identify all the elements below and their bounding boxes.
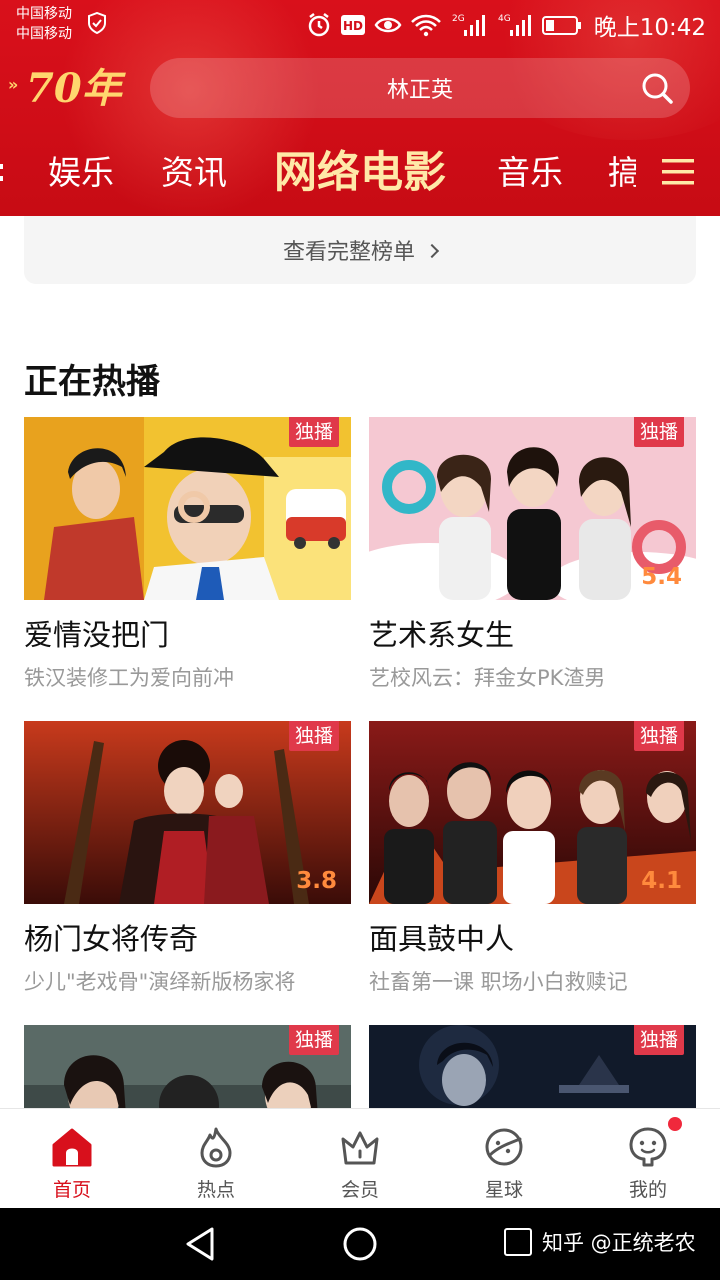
- carrier-line-2: 中国移动: [16, 26, 72, 42]
- anniversary-logo: » 70年: [8, 65, 127, 112]
- section-title: 正在热播: [24, 362, 160, 402]
- card-subtitle: 铁汉装修工为爱向前冲: [24, 666, 234, 690]
- category-tabs: 娱乐 资讯 网络电影 音乐 搞: [0, 138, 720, 208]
- search-icon[interactable]: [640, 71, 674, 105]
- poster-image[interactable]: 独播: [24, 1025, 351, 1108]
- tab-news[interactable]: 资讯: [161, 138, 227, 208]
- nav-profile[interactable]: 我的: [576, 1109, 720, 1209]
- watermark-text: 知乎 @正统老农: [542, 1231, 696, 1255]
- nav-home[interactable]: 首页: [0, 1109, 144, 1209]
- card-title: 艺术系女生: [369, 618, 515, 652]
- planet-icon: [485, 1128, 523, 1166]
- poster-image[interactable]: 独播: [24, 417, 351, 600]
- card-subtitle: 艺校风云：拜金女PK渣男: [369, 666, 606, 690]
- view-full-list-label: 查看完整榜单: [282, 240, 415, 265]
- exclusive-badge: 独播: [288, 721, 339, 751]
- svg-text:HD: HD: [343, 19, 363, 33]
- tab-scroll-hint-icon: [0, 164, 3, 181]
- bottom-nav: 首页 热点 会员 星球 我的: [0, 1108, 720, 1208]
- menu-icon[interactable]: [660, 154, 696, 190]
- nav-label-profile: 我的: [628, 1179, 667, 1201]
- tab-web-movies[interactable]: 网络电影: [274, 138, 446, 208]
- carrier-line-1: 中国移动: [16, 6, 72, 22]
- svg-text:»: »: [8, 75, 18, 94]
- home-icon: [52, 1128, 92, 1167]
- recents-square-icon[interactable]: [504, 1228, 532, 1256]
- shield-icon: [88, 12, 106, 34]
- rating-score: 5.4: [641, 564, 682, 590]
- movie-card[interactable]: 独播 爱情没把门 铁汉装修工为爱向前冲: [24, 417, 351, 692]
- eye-icon: [374, 17, 402, 33]
- signal-icon-2: 4G: [498, 14, 531, 36]
- content-scroll[interactable]: 查看完整榜单 正在热播 独播 爱情没把门 铁汉装修工为爱向前冲 独播 5.4 艺…: [0, 216, 720, 1108]
- signal-icon: 2G: [452, 14, 485, 36]
- nav-vip[interactable]: 会员: [288, 1109, 432, 1209]
- search-text: 林正英: [386, 78, 453, 103]
- watermark: 知乎 @正统老农: [504, 1227, 696, 1257]
- crown-icon: [341, 1131, 379, 1165]
- tab-comedy[interactable]: 搞: [608, 138, 636, 208]
- alarm-icon: [308, 13, 329, 37]
- card-subtitle: 少儿"老戏骨"演绎新版杨家将: [24, 970, 296, 994]
- movie-card[interactable]: 独播: [369, 1025, 696, 1108]
- rating-score: 3.8: [296, 868, 337, 894]
- movie-card[interactable]: 独播 4.1 面具鼓中人 社畜第一课 职场小白救赎记: [369, 721, 696, 996]
- chevron-right-icon: [424, 243, 440, 259]
- nav-label-vip: 会员: [340, 1179, 379, 1201]
- app-screen: 中国移动 中国移动 HD 2G 4G 晚上10:42 » 70年 林正英 娱乐 …: [0, 0, 720, 1280]
- movie-card[interactable]: 独播: [24, 1025, 351, 1108]
- view-full-list-button[interactable]: 查看完整榜单: [24, 216, 696, 284]
- nav-label-home: 首页: [52, 1179, 91, 1201]
- movie-card[interactable]: 独播 5.4 艺术系女生 艺校风云：拜金女PK渣男: [369, 417, 696, 692]
- exclusive-badge: 独播: [633, 721, 684, 751]
- exclusive-badge: 独播: [288, 417, 339, 447]
- status-bar: 中国移动 中国移动 HD 2G 4G 晚上10:42: [0, 0, 720, 52]
- logo-text: 70年: [26, 65, 127, 112]
- network-4g-label: 4G: [498, 14, 511, 24]
- battery-icon: [541, 16, 581, 35]
- poster-image[interactable]: 独播 3.8: [24, 721, 351, 904]
- card-title: 杨门女将传奇: [24, 922, 199, 956]
- nav-label-planet: 星球: [484, 1179, 523, 1201]
- poster-image[interactable]: 独播: [369, 1025, 696, 1108]
- movie-card[interactable]: 独播 3.8 杨门女将传奇 少儿"老戏骨"演绎新版杨家将: [24, 721, 351, 996]
- wifi-icon: [410, 14, 441, 37]
- home-circle-icon[interactable]: [342, 1226, 378, 1262]
- poster-image[interactable]: 独播 4.1: [369, 721, 696, 904]
- carrier-info: 中国移动 中国移动: [16, 4, 72, 44]
- header: 中国移动 中国移动 HD 2G 4G 晚上10:42 » 70年 林正英 娱乐 …: [0, 0, 720, 216]
- poster-image[interactable]: 独播 5.4: [369, 417, 696, 600]
- card-title: 面具鼓中人: [369, 922, 515, 956]
- card-title: 爱情没把门: [24, 618, 170, 652]
- tab-entertainment[interactable]: 娱乐: [48, 138, 114, 208]
- exclusive-badge: 独播: [633, 417, 684, 447]
- rating-score: 4.1: [641, 868, 682, 894]
- network-2g-label: 2G: [452, 14, 465, 24]
- search-bar[interactable]: 林正英: [150, 58, 690, 118]
- exclusive-badge: 独播: [288, 1025, 339, 1055]
- hd-icon: HD: [340, 15, 365, 35]
- nav-label-hot: 热点: [196, 1179, 235, 1201]
- nav-hot[interactable]: 热点: [144, 1109, 288, 1209]
- nav-planet[interactable]: 星球: [432, 1109, 576, 1209]
- card-subtitle: 社畜第一课 职场小白救赎记: [369, 970, 628, 994]
- status-icons: HD 2G 4G 晚上10:42: [306, 8, 706, 42]
- flame-icon: [200, 1127, 232, 1168]
- profile-icon: [629, 1127, 667, 1167]
- back-icon[interactable]: [184, 1226, 218, 1262]
- clock: 晚上10:42: [593, 15, 706, 41]
- exclusive-badge: 独播: [633, 1025, 684, 1055]
- tab-music[interactable]: 音乐: [497, 138, 563, 208]
- system-navigation-bar: 知乎 @正统老农: [0, 1208, 720, 1280]
- notification-dot: [668, 1117, 682, 1131]
